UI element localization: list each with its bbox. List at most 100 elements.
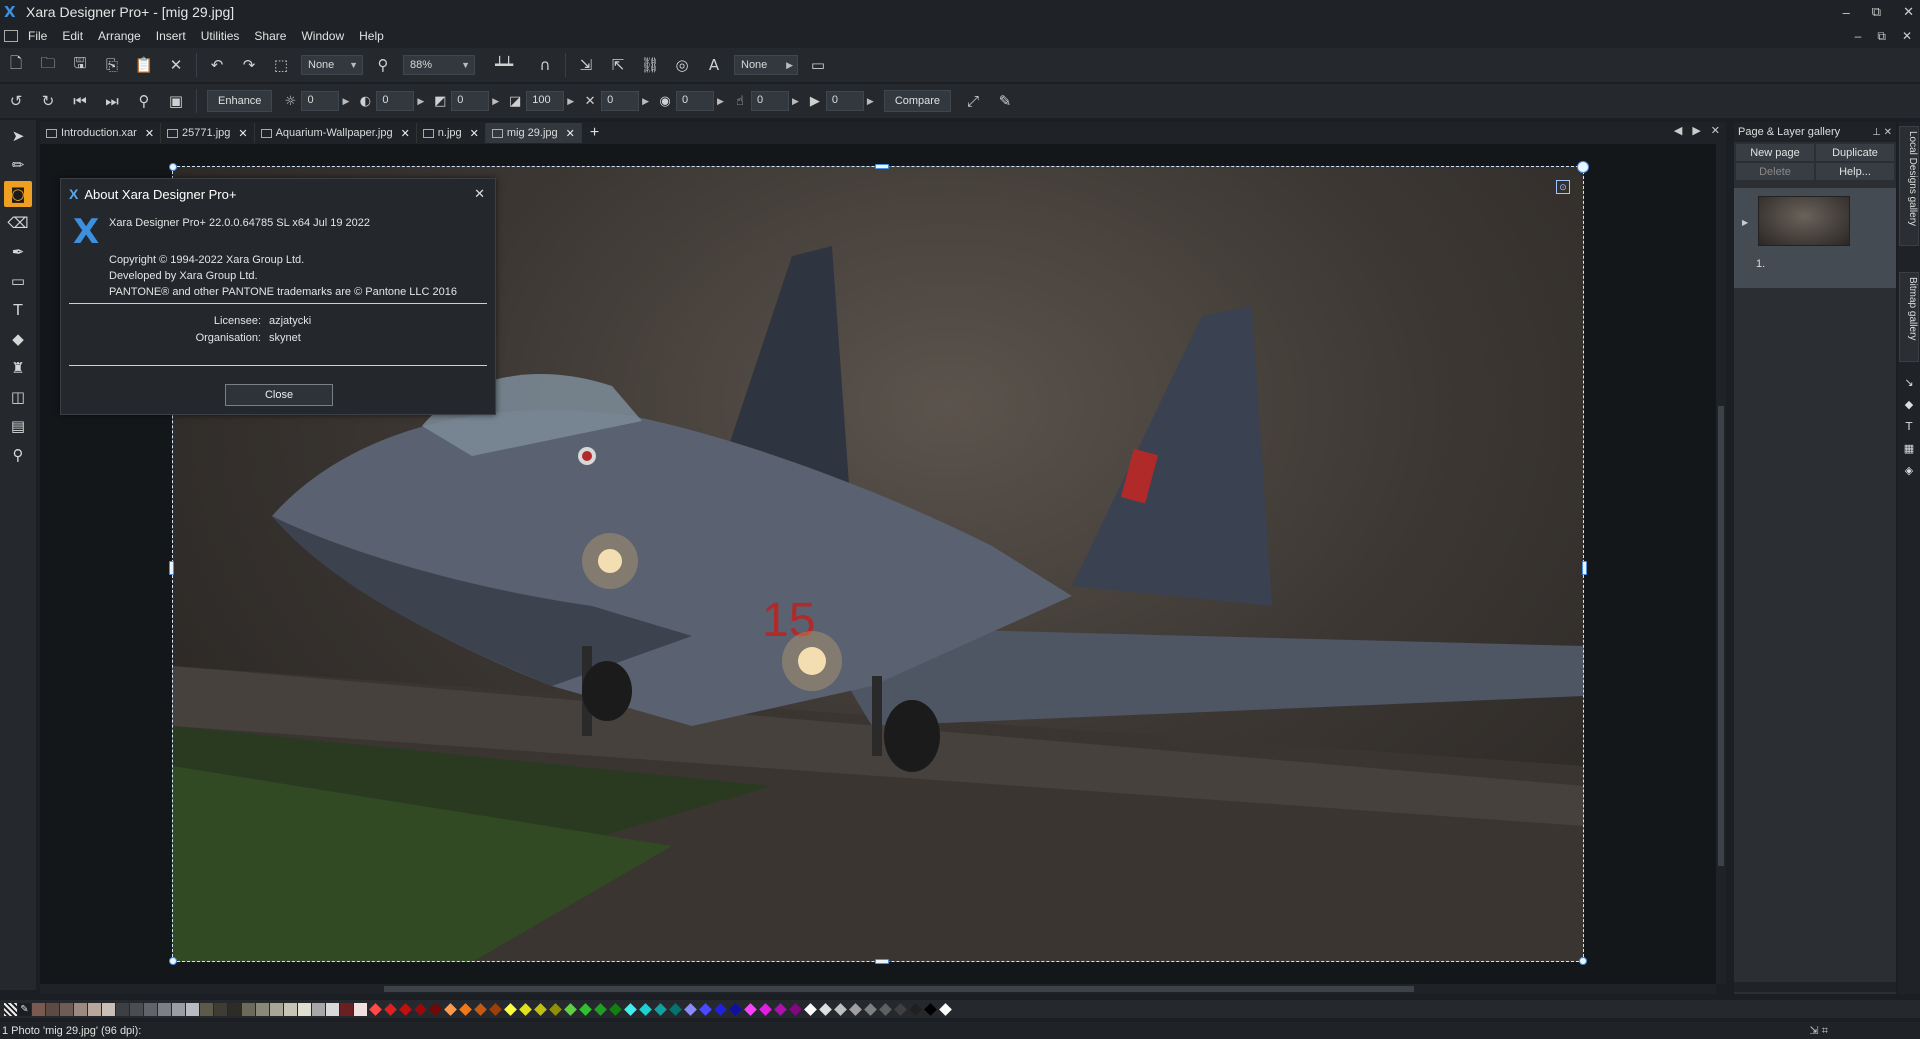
color-swatch[interactable] <box>519 1002 532 1016</box>
color-swatch[interactable] <box>744 1002 757 1016</box>
pen-tool-icon[interactable]: ✒ <box>4 239 32 265</box>
color-swatch[interactable] <box>564 1002 577 1016</box>
status-icons[interactable]: ⇲ ⌗ <box>1810 1024 1828 1038</box>
selection-handle[interactable] <box>169 957 177 965</box>
selection-handle[interactable] <box>1582 561 1587 575</box>
page-thumbnail[interactable] <box>1758 196 1850 246</box>
color-swatch[interactable] <box>284 1002 297 1016</box>
color-swatch[interactable] <box>834 1002 847 1016</box>
style-combo[interactable]: None ▶ <box>734 55 798 75</box>
zoom-combo[interactable]: 88% ▼ <box>403 55 475 75</box>
color-swatch[interactable] <box>116 1002 129 1016</box>
selector-tool-icon[interactable]: ➤ <box>4 123 32 149</box>
color-swatch[interactable] <box>879 1002 892 1016</box>
color-swatch[interactable] <box>228 1002 241 1016</box>
color-swatch[interactable] <box>774 1002 787 1016</box>
rotate-handle-icon[interactable] <box>1577 161 1589 173</box>
doc-restore-button[interactable]: ⧉ <box>1877 29 1886 44</box>
spin-arrow-icon[interactable]: ▶ <box>417 96 424 107</box>
tab-close-all-icon[interactable]: ✕ <box>1711 124 1720 137</box>
spin-arrow-icon[interactable]: ▶ <box>492 96 499 107</box>
color-swatch[interactable] <box>759 1002 772 1016</box>
color-swatch[interactable] <box>354 1002 367 1016</box>
tab-introduction[interactable]: Introduction.xar ✕ <box>40 123 162 143</box>
eraser-tool-icon[interactable]: ⌫ <box>4 210 32 236</box>
duplicate-button[interactable]: Duplicate <box>1816 144 1894 161</box>
fill-gallery-icon[interactable]: ◆ <box>1902 398 1916 412</box>
color-swatch[interactable] <box>489 1002 502 1016</box>
tab-close-icon[interactable]: ✕ <box>470 127 479 140</box>
color-swatch[interactable] <box>144 1002 157 1016</box>
color-swatch[interactable] <box>369 1002 382 1016</box>
color-swatch[interactable] <box>789 1002 802 1016</box>
adjustment-value-field[interactable]: 100 <box>526 91 565 111</box>
color-swatch[interactable] <box>714 1002 727 1016</box>
document-menu-icon[interactable] <box>4 30 18 42</box>
spin-arrow-icon[interactable]: ▶ <box>567 96 574 107</box>
spin-arrow-icon[interactable]: ▶ <box>642 96 649 107</box>
no-color-swatch[interactable] <box>4 1002 17 1016</box>
open-folder-icon[interactable]: 🗀 <box>37 54 59 76</box>
tab-close-icon[interactable]: ✕ <box>401 127 410 140</box>
ruler-icon[interactable]: ┷┷ <box>484 54 524 76</box>
last-frame-icon[interactable]: ⏭ <box>101 90 123 112</box>
quality-combo[interactable]: None ▼ <box>301 55 363 75</box>
restore-button[interactable]: ⧉ <box>1872 4 1881 20</box>
close-window-button[interactable]: ✕ <box>1903 4 1914 20</box>
curves-icon[interactable]: ⤢ <box>962 90 984 112</box>
color-swatch[interactable] <box>312 1002 325 1016</box>
enhance-button[interactable]: Enhance <box>207 90 273 112</box>
photo-tool-icon[interactable]: ◙ <box>4 181 32 207</box>
temperature-icon[interactable]: ✕ <box>582 94 598 109</box>
vignette-icon[interactable]: ▶ <box>807 94 823 109</box>
gallery-scrollbar[interactable] <box>1734 982 1896 992</box>
color-swatch[interactable] <box>444 1002 457 1016</box>
paste-icon[interactable]: 📋 <box>133 54 155 76</box>
export-icon[interactable]: ⇱ <box>607 54 629 76</box>
adjustment-value-field[interactable]: 0 <box>451 91 490 111</box>
text-tool-icon[interactable]: T <box>4 297 32 323</box>
adjustment-value-field[interactable]: 0 <box>676 91 715 111</box>
tab-n[interactable]: n.jpg ✕ <box>417 123 486 143</box>
tab-close-icon[interactable]: ✕ <box>238 127 247 140</box>
local-designs-gallery-tab[interactable]: Local Designs gallery <box>1899 126 1919 246</box>
tone-icon[interactable]: ◩ <box>432 94 448 109</box>
tab-25771[interactable]: 25771.jpg ✕ <box>161 123 255 143</box>
web-globe-icon[interactable]: ◎ <box>671 54 693 76</box>
magnify-icon[interactable]: ⚲ <box>133 90 155 112</box>
color-swatch[interactable] <box>909 1002 922 1016</box>
color-swatch[interactable] <box>699 1002 712 1016</box>
tab-mig29[interactable]: mig 29.jpg ✕ <box>485 123 582 143</box>
brush-tool-icon[interactable]: ✏ <box>4 152 32 178</box>
color-swatch[interactable] <box>609 1002 622 1016</box>
color-swatch[interactable] <box>474 1002 487 1016</box>
tab-next-icon[interactable]: ▶ <box>1692 124 1700 137</box>
color-swatch[interactable] <box>864 1002 877 1016</box>
compare-button[interactable]: Compare <box>883 90 952 112</box>
vertical-scrollbar[interactable] <box>1716 144 1726 984</box>
new-document-icon[interactable]: 🗋 <box>5 54 27 76</box>
spin-arrow-icon[interactable]: ▶ <box>867 96 874 107</box>
rectangle-tool-icon[interactable]: ▭ <box>4 268 32 294</box>
undo-icon[interactable]: ↶ <box>206 54 228 76</box>
tab-close-icon[interactable]: ✕ <box>145 127 154 140</box>
line-gallery-icon[interactable]: ↘ <box>1902 376 1916 390</box>
adjustment-value-field[interactable]: 0 <box>376 91 415 111</box>
minimize-button[interactable]: – <box>1843 5 1850 20</box>
color-swatch[interactable] <box>849 1002 862 1016</box>
copy-icon[interactable]: ⎘ <box>101 54 123 76</box>
rotate-left-icon[interactable]: ↺ <box>5 90 27 112</box>
color-swatch[interactable] <box>32 1002 45 1016</box>
color-swatch[interactable] <box>298 1002 311 1016</box>
color-swatch[interactable] <box>256 1002 269 1016</box>
first-frame-icon[interactable]: ⏮ <box>69 90 91 112</box>
selection-handle[interactable] <box>169 561 174 575</box>
screen-icon[interactable]: ▣ <box>165 90 187 112</box>
gallery-pin-close-icons[interactable]: ⊥ ✕ <box>1872 127 1892 138</box>
close-icon[interactable]: ✕ <box>474 186 485 202</box>
color-swatch[interactable] <box>549 1002 562 1016</box>
tab-prev-icon[interactable]: ◀ <box>1674 124 1682 137</box>
expand-triangle-icon[interactable]: ▶ <box>1742 218 1748 227</box>
brightness-icon[interactable]: ☼ <box>282 94 298 109</box>
delete-icon[interactable]: ✕ <box>165 54 187 76</box>
